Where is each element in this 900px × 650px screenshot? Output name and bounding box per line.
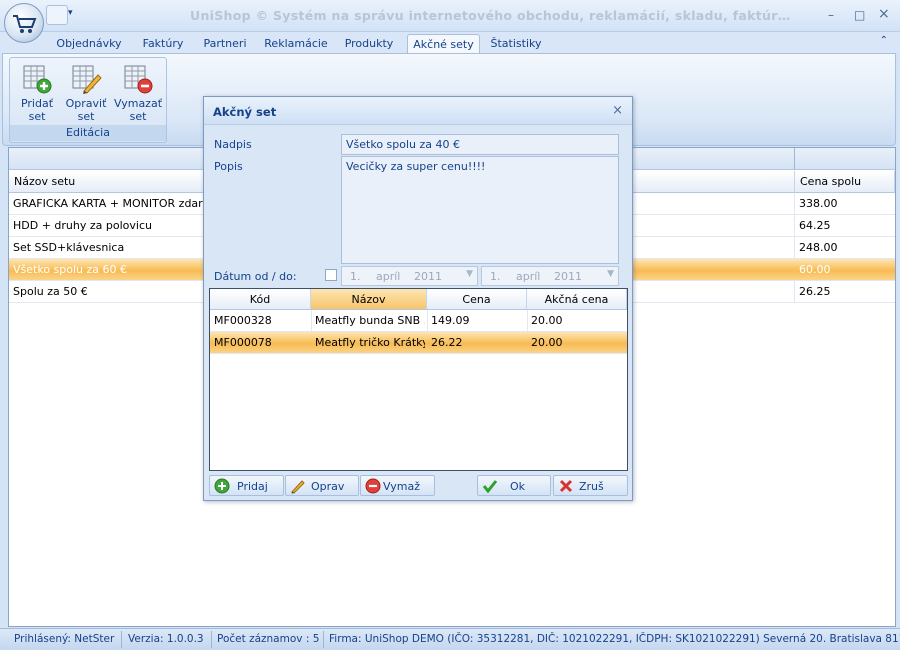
item-action-price: 20.00 xyxy=(531,314,563,327)
add-item-button[interactable]: Pridaj xyxy=(209,475,284,496)
delete-item-button[interactable]: Vymaž xyxy=(360,475,435,496)
status-company: Firma: UniShop DEMO (IČO: 35312281, DIČ:… xyxy=(329,633,900,645)
item-code: MF000078 xyxy=(214,336,272,349)
column-header-kod[interactable]: Kód xyxy=(210,289,311,310)
date-from-picker[interactable]: 1. apríl 2011 ▼ xyxy=(341,266,478,286)
delete-item-label: Vymaž xyxy=(383,480,420,493)
add-item-label: Pridaj xyxy=(237,480,268,493)
tab-partneri[interactable]: Partneri xyxy=(198,34,252,54)
ok-button[interactable]: Ok xyxy=(477,475,551,496)
set-name: GRAFICKA KARTA + MONITOR zdarma xyxy=(13,197,220,210)
minimize-button[interactable]: – xyxy=(828,8,834,22)
grid-delete-icon xyxy=(122,63,154,95)
nadpis-label: Nadpis xyxy=(214,138,252,151)
table-row[interactable]: MF000328 Meatfly bunda SNB … 149.09 20.0… xyxy=(210,310,627,332)
column-header-nazov[interactable]: Názov xyxy=(311,289,427,310)
date-to-day: 1. xyxy=(490,270,501,283)
set-price: 26.25 xyxy=(799,285,831,298)
status-user: Prihlásený: NetSter xyxy=(14,633,115,645)
set-price: 60.00 xyxy=(799,263,831,276)
ribbon-tabs: Objednávky Faktúry Partneri Reklamácie P… xyxy=(0,32,900,54)
dialog-close-icon[interactable]: × xyxy=(612,103,623,118)
plus-circle-icon xyxy=(214,478,230,494)
dialog-title: Akčný set xyxy=(213,105,277,119)
date-to-picker[interactable]: 1. apríl 2011 ▼ xyxy=(481,266,619,286)
shopping-cart-icon xyxy=(13,15,37,33)
close-button[interactable]: × xyxy=(878,6,890,22)
minus-circle-icon xyxy=(365,478,381,494)
item-code: MF000328 xyxy=(214,314,272,327)
column-header-akcna-cena[interactable]: Akčná cena xyxy=(527,289,627,310)
date-from-month: apríl xyxy=(376,270,401,283)
tab-faktury[interactable]: Faktúry xyxy=(136,34,190,54)
set-name: Set SSD+klávesnica xyxy=(13,241,125,254)
title-bar: ▾ UniShop © Systém na správu internetové… xyxy=(0,0,900,32)
edit-set-button[interactable]: Opraviť set xyxy=(63,61,109,125)
ok-label: Ok xyxy=(510,480,526,493)
window-title: UniShop © Systém na správu internetového… xyxy=(190,8,791,23)
chevron-up-icon[interactable]: ⌃ xyxy=(880,35,888,46)
edit-item-label: Oprav xyxy=(311,480,345,493)
set-name: HDD + druhy za polovicu xyxy=(13,219,152,232)
app-menu-button[interactable] xyxy=(4,3,44,43)
set-price: 338.00 xyxy=(799,197,838,210)
action-set-dialog: Akčný set × Nadpis Všetko spolu za 40 € … xyxy=(203,96,633,501)
chevron-down-icon[interactable]: ▾ xyxy=(68,8,73,18)
date-label: Dátum od / do: xyxy=(214,270,297,283)
status-version: Verzia: 1.0.0.3 xyxy=(128,633,204,645)
chevron-down-icon[interactable]: ▼ xyxy=(466,269,473,279)
red-x-icon xyxy=(559,479,573,493)
popis-label: Popis xyxy=(214,160,243,173)
grid-edit-icon xyxy=(70,63,102,95)
delete-set-label-2: set xyxy=(129,110,147,123)
set-price: 64.25 xyxy=(799,219,831,232)
tab-akcne-sety[interactable]: Akčné sety xyxy=(407,34,480,54)
item-name: Meatfly bunda SNB … xyxy=(315,314,425,327)
tab-produkty[interactable]: Produkty xyxy=(340,34,398,54)
pencil-icon xyxy=(291,480,305,494)
add-set-button[interactable]: Pridať set xyxy=(14,61,60,125)
item-price: 149.09 xyxy=(431,314,470,327)
add-set-label-2: set xyxy=(28,110,46,123)
dialog-title-bar: Akčný set × xyxy=(204,97,632,125)
cancel-label: Zruš xyxy=(579,480,604,493)
quick-access-toolbar[interactable] xyxy=(46,5,68,25)
edit-set-label-2: set xyxy=(77,110,95,123)
edit-set-label-1: Opraviť xyxy=(65,97,107,110)
date-from-day: 1. xyxy=(350,270,361,283)
item-action-price: 20.00 xyxy=(531,336,563,349)
cancel-button[interactable]: Zruš xyxy=(553,475,628,496)
checkmark-icon xyxy=(482,480,498,494)
set-name: Spolu za 50 € xyxy=(13,285,88,298)
date-from-year: 2011 xyxy=(414,270,442,283)
nadpis-field[interactable]: Všetko spolu za 40 € xyxy=(341,134,619,155)
set-price: 248.00 xyxy=(799,241,838,254)
tab-objednavky[interactable]: Objednávky xyxy=(52,34,126,54)
item-name: Meatfly tričko Krátky … xyxy=(315,336,425,349)
tab-reklamacie[interactable]: Reklamácie xyxy=(262,34,330,54)
popis-textarea[interactable]: Vecičky za super cenu!!!! xyxy=(341,156,619,264)
item-price: 26.22 xyxy=(431,336,463,349)
date-to-year: 2011 xyxy=(554,270,582,283)
date-to-month: apríl xyxy=(516,270,541,283)
add-set-label-1: Pridať xyxy=(20,97,54,110)
set-name: Všetko spolu za 60 € xyxy=(13,263,128,276)
date-enable-checkbox[interactable] xyxy=(325,269,337,281)
column-header-cena[interactable]: Cena xyxy=(427,289,527,310)
ribbon-group-editacia: Pridať set Opraviť set Vymazať set Editá… xyxy=(9,57,167,143)
status-record-count: Počet záznamov : 5 xyxy=(217,633,320,645)
ribbon-group-label: Editácia xyxy=(10,125,166,141)
maximize-button[interactable]: □ xyxy=(854,8,865,22)
delete-set-button[interactable]: Vymazať set xyxy=(112,61,164,125)
delete-set-label-1: Vymazať xyxy=(113,97,163,110)
column-header-cena-spolu[interactable]: Cena spolu xyxy=(795,171,895,193)
chevron-down-icon[interactable]: ▼ xyxy=(607,269,614,279)
table-row-selected[interactable]: MF000078 Meatfly tričko Krátky … 26.22 2… xyxy=(210,332,627,354)
set-items-grid: Kód Názov Cena Akčná cena MF000328 Meatf… xyxy=(209,288,628,471)
status-bar: Prihlásený: NetSter Verzia: 1.0.0.3 Poče… xyxy=(0,628,900,650)
edit-item-button[interactable]: Oprav xyxy=(285,475,359,496)
tab-statistiky[interactable]: Štatistiky xyxy=(487,34,545,54)
grid-add-icon xyxy=(21,63,53,95)
